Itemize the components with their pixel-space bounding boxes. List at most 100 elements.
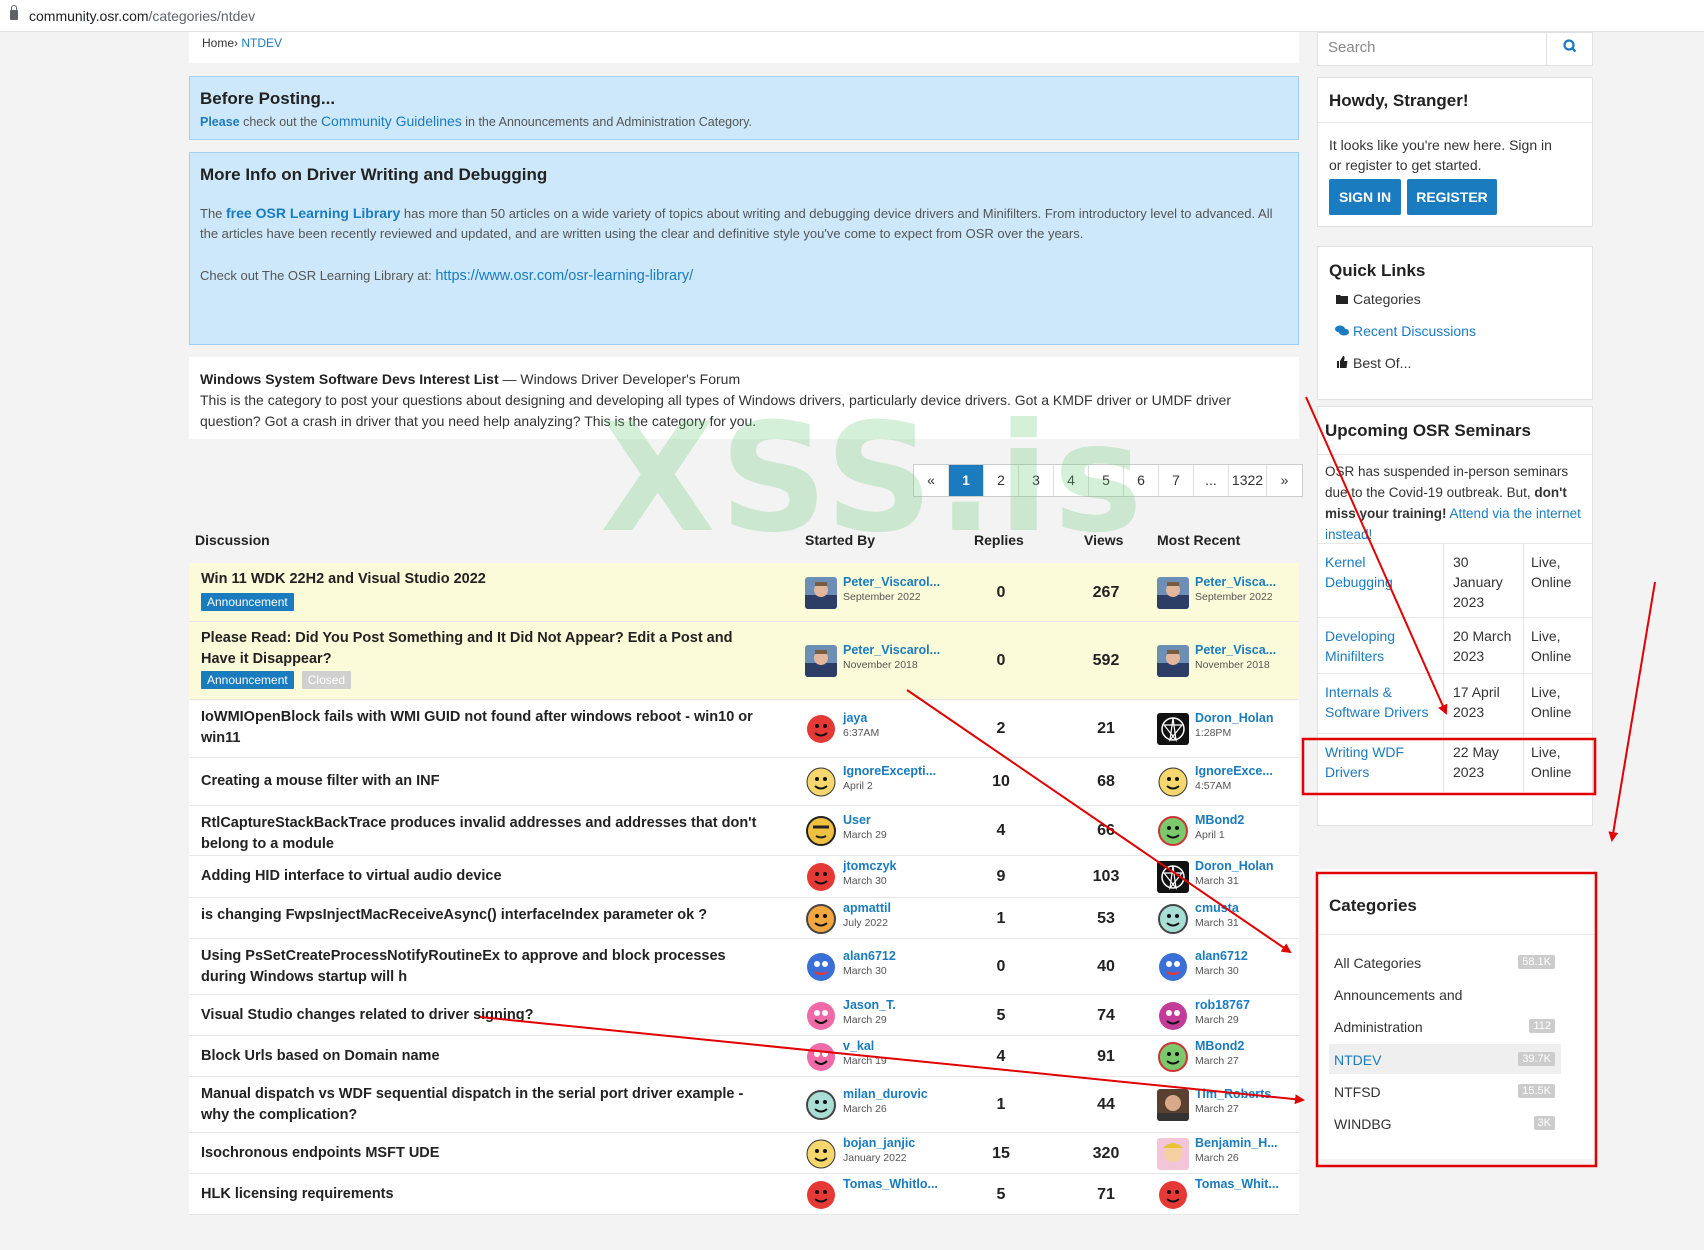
search-button[interactable] — [1546, 33, 1592, 65]
sign-in-button[interactable]: SIGN IN — [1329, 179, 1401, 215]
started-by-user-link[interactable]: Tomas_Whitlo... — [843, 1177, 938, 1191]
page-link-1[interactable]: 1 — [949, 465, 984, 496]
started-by-user-link[interactable]: v_kal — [843, 1039, 874, 1053]
most-recent-user-link[interactable]: Benjamin_H... — [1195, 1136, 1278, 1150]
avatar[interactable] — [1157, 815, 1189, 847]
breadcrumb-current[interactable]: NTDEV — [241, 36, 282, 50]
avatar[interactable] — [1157, 1041, 1189, 1073]
avatar[interactable] — [805, 1089, 837, 1121]
avatar[interactable] — [805, 645, 837, 677]
avatar[interactable] — [1157, 903, 1189, 935]
category-item[interactable]: Announcements and Administration 112 — [1329, 979, 1561, 1041]
page-link-7[interactable]: 7 — [1159, 465, 1194, 496]
category-item[interactable]: All Categories 58.1K — [1329, 947, 1561, 977]
started-by-user-link[interactable]: Jason_T. — [843, 998, 896, 1012]
quick-link-recent-discussions[interactable]: Recent Discussions — [1335, 323, 1476, 339]
page-link-10[interactable]: » — [1267, 465, 1302, 496]
search-box[interactable]: Search — [1317, 32, 1593, 66]
avatar[interactable] — [1157, 1000, 1189, 1032]
page-link-2[interactable]: 2 — [984, 465, 1019, 496]
avatar[interactable] — [805, 1000, 837, 1032]
category-item[interactable]: NTDEV 39.7K — [1329, 1044, 1561, 1074]
osr-library-url-link[interactable]: https://www.osr.com/osr-learning-library… — [435, 268, 693, 284]
discussion-title-link[interactable]: RtlCaptureStackBackTrace produces invali… — [201, 813, 761, 855]
learning-library-link[interactable]: free OSR Learning Library — [226, 205, 400, 221]
table-row[interactable]: Block Urls based on Domain name v_kal Marc… — [189, 1036, 1299, 1077]
avatar[interactable] — [805, 1179, 837, 1211]
seminar-name-link[interactable]: Internals & Software Drivers — [1325, 682, 1433, 722]
seminar-name-link[interactable]: Developing Minifilters — [1325, 626, 1433, 666]
avatar[interactable] — [805, 903, 837, 935]
page-link-8[interactable]: ... — [1194, 465, 1229, 496]
most-recent-user-link[interactable]: Peter_Visca... — [1195, 575, 1276, 589]
header-replies[interactable]: Replies — [974, 532, 1024, 548]
table-row[interactable]: Creating a mouse filter with an INF Ignor… — [189, 758, 1299, 806]
avatar[interactable] — [1157, 766, 1189, 798]
avatar[interactable] — [1157, 713, 1189, 745]
announcement-badge[interactable]: Announcement — [201, 593, 294, 611]
table-row[interactable]: Using PsSetCreateProcessNotifyRoutineEx … — [189, 939, 1299, 995]
page-link-0[interactable]: « — [914, 465, 949, 496]
started-by-user-link[interactable]: jaya — [843, 711, 867, 725]
breadcrumb-home[interactable]: Home — [202, 36, 234, 50]
most-recent-user-link[interactable]: alan6712 — [1195, 949, 1248, 963]
table-row[interactable]: HLK licensing requirements Tomas_Whitlo..… — [189, 1174, 1299, 1215]
closed-badge[interactable]: Closed — [301, 671, 352, 689]
avatar[interactable] — [805, 815, 837, 847]
discussion-title-link[interactable]: Visual Studio changes related to driver … — [201, 1005, 761, 1026]
started-by-user-link[interactable]: User — [843, 813, 871, 827]
seminar-name-link[interactable]: Writing WDF Drivers — [1325, 742, 1433, 782]
discussion-title-link[interactable]: Win 11 WDK 22H2 and Visual Studio 2022 — [201, 569, 761, 590]
discussion-title-link[interactable]: Manual dispatch vs WDF sequential dispat… — [201, 1084, 761, 1126]
most-recent-user-link[interactable]: MBond2 — [1195, 1039, 1244, 1053]
avatar[interactable] — [1157, 1138, 1189, 1170]
search-input[interactable]: Search — [1328, 39, 1376, 56]
quick-link-best-of[interactable]: Best Of... — [1335, 355, 1411, 371]
table-row[interactable]: Visual Studio changes related to driver … — [189, 995, 1299, 1036]
started-by-user-link[interactable]: Peter_Viscarol... — [843, 643, 940, 657]
table-row[interactable]: Isochronous endpoints MSFT UDE bojan_janj… — [189, 1133, 1299, 1174]
quick-link-categories[interactable]: Categories — [1335, 291, 1421, 307]
started-by-user-link[interactable]: Peter_Viscarol... — [843, 575, 940, 589]
discussion-title-link[interactable]: HLK licensing requirements — [201, 1184, 761, 1205]
page-link-9[interactable]: 1322 — [1229, 465, 1267, 496]
started-by-user-link[interactable]: alan6712 — [843, 949, 896, 963]
table-row[interactable]: IoWMIOpenBlock fails with WMI GUID not f… — [189, 700, 1299, 758]
avatar[interactable] — [1157, 577, 1189, 609]
started-by-user-link[interactable]: bojan_janjic — [843, 1136, 915, 1150]
avatar[interactable] — [1157, 645, 1189, 677]
header-discussion[interactable]: Discussion — [195, 532, 270, 548]
avatar[interactable] — [805, 713, 837, 745]
discussion-title-link[interactable]: Creating a mouse filter with an INF — [201, 771, 761, 792]
started-by-user-link[interactable]: milan_durovic — [843, 1087, 928, 1101]
most-recent-user-link[interactable]: Doron_Holan — [1195, 711, 1273, 725]
most-recent-user-link[interactable]: cmusta — [1195, 901, 1239, 915]
page-link-4[interactable]: 4 — [1054, 465, 1089, 496]
seminar-name-link[interactable]: Kernel Debugging — [1325, 552, 1433, 592]
most-recent-user-link[interactable]: IgnoreExce... — [1195, 764, 1273, 778]
browser-url-bar[interactable]: community.osr.com/categories/ntdev — [0, 0, 1704, 32]
avatar[interactable] — [1157, 951, 1189, 983]
table-row[interactable]: Please Read: Did You Post Something and … — [189, 622, 1299, 700]
most-recent-user-link[interactable]: Tomas_Whit... — [1195, 1177, 1279, 1191]
most-recent-user-link[interactable]: Doron_Holan — [1195, 859, 1273, 873]
discussion-title-link[interactable]: IoWMIOpenBlock fails with WMI GUID not f… — [201, 707, 761, 749]
most-recent-user-link[interactable]: Peter_Visca... — [1195, 643, 1276, 657]
header-started-by[interactable]: Started By — [805, 532, 875, 548]
table-row[interactable]: Win 11 WDK 22H2 and Visual Studio 2022 An… — [189, 563, 1299, 622]
category-item[interactable]: WINDBG 3K — [1329, 1108, 1561, 1138]
most-recent-user-link[interactable]: Tim_Roberts — [1195, 1087, 1271, 1101]
avatar[interactable] — [1157, 861, 1189, 893]
table-row[interactable]: RtlCaptureStackBackTrace produces invali… — [189, 806, 1299, 856]
discussion-title-link[interactable]: Please Read: Did You Post Something and … — [201, 628, 761, 670]
most-recent-user-link[interactable]: MBond2 — [1195, 813, 1244, 827]
announcement-badge[interactable]: Announcement — [201, 671, 294, 689]
table-row[interactable]: Manual dispatch vs WDF sequential dispat… — [189, 1077, 1299, 1133]
table-row[interactable]: is changing FwpsInjectMacReceiveAsync() … — [189, 898, 1299, 939]
discussion-title-link[interactable]: Block Urls based on Domain name — [201, 1046, 761, 1067]
started-by-user-link[interactable]: apmattil — [843, 901, 891, 915]
page-link-3[interactable]: 3 — [1019, 465, 1054, 496]
avatar[interactable] — [805, 861, 837, 893]
avatar[interactable] — [1157, 1089, 1189, 1121]
header-most-recent[interactable]: Most Recent — [1157, 532, 1240, 548]
